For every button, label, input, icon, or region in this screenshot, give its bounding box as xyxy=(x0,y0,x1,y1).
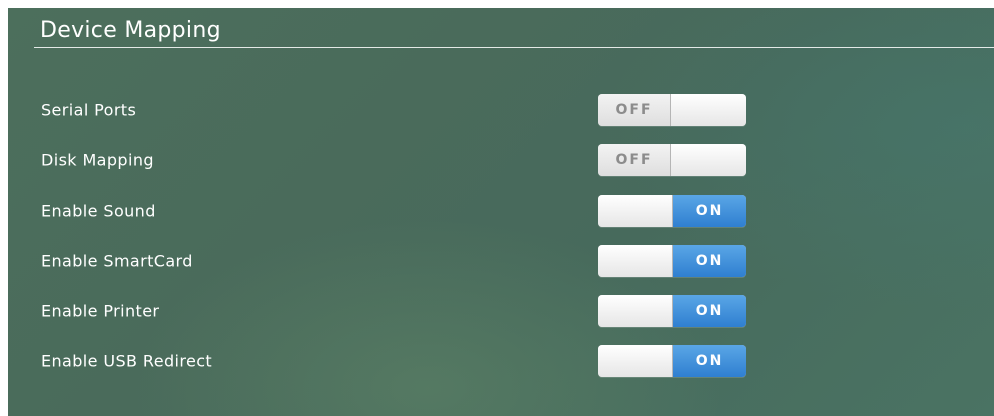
enable-printer-toggle[interactable]: ON xyxy=(598,295,746,327)
setting-row-disk-mapping: Disk Mapping OFF xyxy=(8,142,994,178)
toggle-state-label: OFF xyxy=(598,94,671,126)
setting-label: Disk Mapping xyxy=(41,150,154,170)
toggle-knob xyxy=(598,195,673,227)
setting-row-enable-printer: Enable Printer ON xyxy=(8,293,994,329)
disk-mapping-toggle[interactable]: OFF xyxy=(598,144,746,176)
enable-sound-toggle[interactable]: ON xyxy=(598,195,746,227)
setting-row-enable-smartcard: Enable SmartCard ON xyxy=(8,243,994,279)
enable-smartcard-toggle[interactable]: ON xyxy=(598,245,746,277)
toggle-state-label: OFF xyxy=(598,144,671,176)
toggle-knob xyxy=(598,345,673,377)
toggle-state-label: ON xyxy=(673,195,746,227)
setting-label: Serial Ports xyxy=(41,100,137,120)
setting-row-serial-ports: Serial Ports OFF xyxy=(8,92,994,128)
toggle-knob xyxy=(671,144,746,176)
setting-label: Enable SmartCard xyxy=(41,251,193,271)
section-title: Device Mapping xyxy=(40,18,221,43)
toggle-state-label: ON xyxy=(673,245,746,277)
setting-label: Enable Printer xyxy=(41,301,160,321)
toggle-knob xyxy=(671,94,746,126)
setting-row-enable-usb-redirect: Enable USB Redirect ON xyxy=(8,343,994,379)
toggle-knob xyxy=(598,245,673,277)
device-mapping-panel: Device Mapping Serial Ports OFF Disk Map… xyxy=(8,8,994,416)
title-divider xyxy=(34,47,994,48)
toggle-state-label: ON xyxy=(673,295,746,327)
setting-label: Enable USB Redirect xyxy=(41,351,213,371)
toggle-knob xyxy=(598,295,673,327)
enable-usb-redirect-toggle[interactable]: ON xyxy=(598,345,746,377)
setting-row-enable-sound: Enable Sound ON xyxy=(8,193,994,229)
setting-label: Enable Sound xyxy=(41,201,156,221)
toggle-state-label: ON xyxy=(673,345,746,377)
serial-ports-toggle[interactable]: OFF xyxy=(598,94,746,126)
